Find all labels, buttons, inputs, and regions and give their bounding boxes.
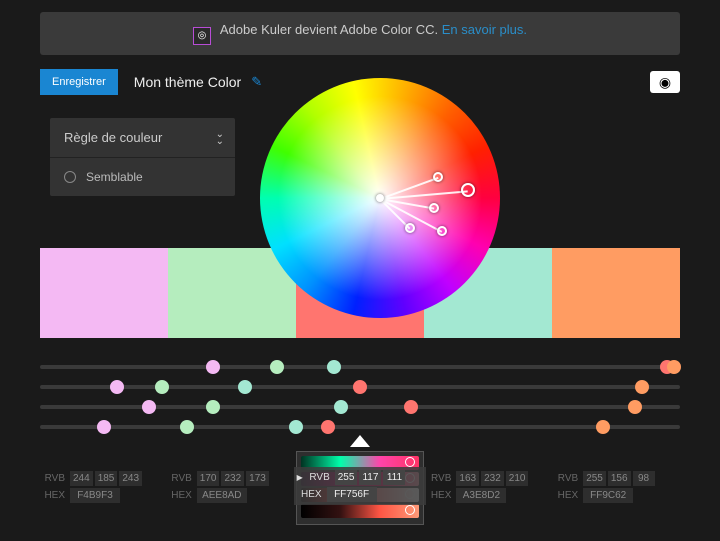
slider-track[interactable] — [40, 378, 680, 396]
rvb-label: RVB — [553, 473, 583, 484]
camera-icon: ◉ — [659, 74, 671, 91]
value-b[interactable]: 111 — [383, 470, 405, 485]
value-r[interactable]: 255 — [335, 470, 358, 485]
color-wheel[interactable] — [260, 78, 500, 318]
value-r[interactable]: 244 — [70, 471, 93, 486]
value-b[interactable]: 210 — [506, 471, 529, 486]
hex-label: HEX — [40, 490, 70, 501]
slider-handle[interactable] — [353, 380, 367, 394]
value-g[interactable]: 232 — [221, 471, 244, 486]
slider-handle[interactable] — [596, 420, 610, 434]
slider-handle[interactable] — [628, 400, 642, 414]
value-b[interactable]: 98 — [633, 471, 655, 486]
slider-handle[interactable] — [334, 400, 348, 414]
values-row: RVB244185243HEXF4B9F3RVB170232173HEXAEE8… — [40, 470, 680, 505]
value-g[interactable]: 117 — [359, 470, 381, 485]
hex-label: HEX — [426, 490, 456, 501]
value-b[interactable]: 243 — [119, 471, 142, 486]
rvb-label: RVB — [40, 473, 70, 484]
gradient-handle[interactable] — [405, 457, 415, 467]
triangle-up-icon — [350, 435, 370, 447]
slider-handle[interactable] — [321, 420, 335, 434]
chevron-down-icon: ⌄⌄ — [216, 131, 221, 145]
rule-panel: Règle de couleur ⌄⌄ Semblable — [50, 118, 235, 196]
value-hex[interactable]: FF756F — [327, 487, 377, 502]
slider-track[interactable] — [40, 398, 680, 416]
sliders-area — [40, 358, 680, 438]
hex-label: HEX — [553, 490, 583, 501]
slider-handle[interactable] — [206, 360, 220, 374]
value-g[interactable]: 185 — [95, 471, 118, 486]
value-column: RVB163232210 HEXA3E8D2 — [426, 470, 553, 505]
slider-handle[interactable] — [180, 420, 194, 434]
value-hex[interactable]: A3E8D2 — [456, 488, 506, 503]
slider-handle[interactable] — [155, 380, 169, 394]
value-column: RVB25515698 HEXFF9C62 — [553, 470, 680, 505]
value-r[interactable]: 163 — [456, 471, 479, 486]
gradient-handle[interactable] — [405, 505, 415, 515]
rvb-label: RVB — [305, 472, 335, 483]
slider-handle[interactable] — [110, 380, 124, 394]
rule-option[interactable]: Semblable — [50, 158, 235, 196]
value-column: RVB244185243 HEXF4B9F3 — [40, 470, 167, 505]
wheel-handle[interactable] — [429, 203, 439, 213]
swatch[interactable] — [40, 248, 168, 338]
rule-option-label: Semblable — [86, 170, 143, 184]
value-hex[interactable]: F4B9F3 — [70, 488, 120, 503]
wheel-handle[interactable] — [461, 183, 475, 197]
value-g[interactable]: 156 — [608, 471, 631, 486]
wheel-handle[interactable] — [376, 194, 384, 202]
rule-panel-title: Règle de couleur — [64, 130, 162, 145]
banner-text: Adobe Kuler devient Adobe Color CC. — [220, 22, 442, 37]
save-button[interactable]: Enregistrer — [40, 69, 118, 95]
wheel-handle[interactable] — [405, 223, 415, 233]
slider-handle[interactable] — [142, 400, 156, 414]
value-r[interactable]: 170 — [197, 471, 220, 486]
notification-banner: ◎ Adobe Kuler devient Adobe Color CC. En… — [40, 12, 680, 55]
slider-handle[interactable] — [327, 360, 341, 374]
slider-handle[interactable] — [238, 380, 252, 394]
value-r[interactable]: 255 — [583, 471, 606, 486]
wheel-handle[interactable] — [437, 226, 447, 236]
value-g[interactable]: 232 — [481, 471, 504, 486]
gradient-slider[interactable] — [301, 504, 419, 518]
camera-button[interactable]: ◉ — [650, 71, 680, 93]
value-b[interactable]: 173 — [246, 471, 269, 486]
slider-handle[interactable] — [270, 360, 284, 374]
kuler-logo-icon: ◎ — [193, 27, 211, 45]
value-column: ▶RVB255117111 HEXFF756F — [294, 467, 427, 505]
hex-label: HEX — [297, 489, 327, 500]
theme-title: Mon thème Color — [134, 74, 241, 90]
triangle-right-icon: ▶ — [297, 473, 303, 482]
slider-handle[interactable] — [97, 420, 111, 434]
slider-handle[interactable] — [206, 400, 220, 414]
slider-handle[interactable] — [404, 400, 418, 414]
slider-handle[interactable] — [289, 420, 303, 434]
slider-handle[interactable] — [667, 360, 681, 374]
wheel-handle[interactable] — [433, 172, 443, 182]
rule-panel-header[interactable]: Règle de couleur ⌄⌄ — [50, 118, 235, 158]
slider-track[interactable] — [40, 358, 680, 376]
value-hex[interactable]: FF9C62 — [583, 488, 633, 503]
slider-handle[interactable] — [635, 380, 649, 394]
hex-label: HEX — [167, 490, 197, 501]
rvb-label: RVB — [426, 473, 456, 484]
value-column: RVB170232173 HEXAEE8AD — [167, 470, 294, 505]
radio-icon — [64, 171, 76, 183]
banner-link[interactable]: En savoir plus. — [442, 22, 527, 37]
rvb-label: RVB — [167, 473, 197, 484]
value-hex[interactable]: AEE8AD — [197, 488, 247, 503]
swatch[interactable] — [552, 248, 680, 338]
slider-track[interactable] — [40, 418, 680, 436]
